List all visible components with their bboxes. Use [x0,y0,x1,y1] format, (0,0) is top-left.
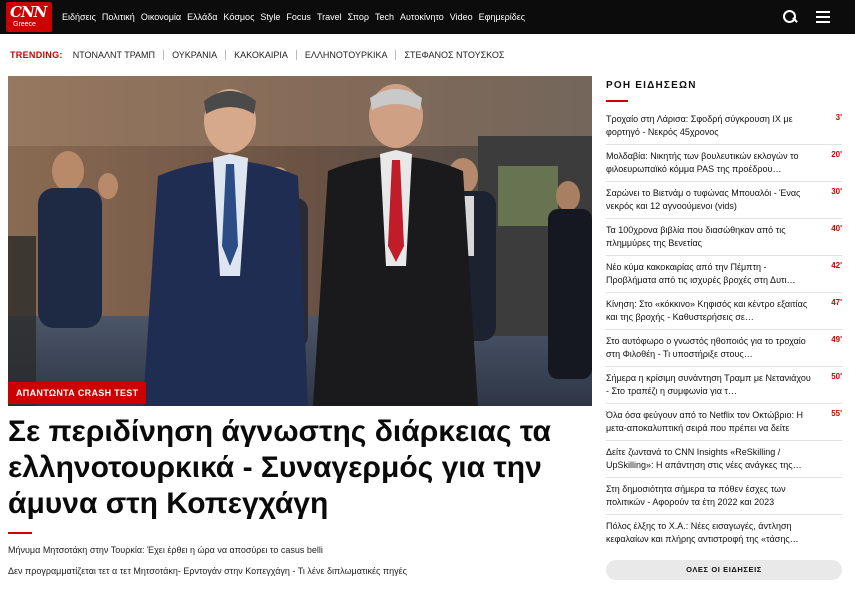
cnn-greece-logo[interactable]: CNN Greece [6,2,52,32]
feed-item-time: 49' [831,335,842,344]
nav-item-focus[interactable]: Focus [286,12,311,22]
list-item[interactable]: Στη δημοσιότητα σήμερα τα πόθεν έσχες τω… [606,478,842,515]
news-feed-accent-rule [606,100,628,102]
nav-item-economy[interactable]: Οικονομία [141,12,181,22]
feed-item-text: Μολδαβία: Νικητής των βουλευτικών εκλογώ… [606,151,799,174]
feed-item-time: 20' [831,150,842,159]
main-headline[interactable]: Σε περιδίνηση άγνωστης διάρκειας τα ελλη… [8,414,592,522]
feed-item-text: Όλα όσα φεύγουν από το Netflix τον Οκτώβ… [606,410,804,433]
nav-item-world[interactable]: Κόσμος [223,12,254,22]
news-feed-list: Τροχαίο στη Λάρισα: Σφοδρή σύγκρουση ΙΧ … [606,108,842,552]
feed-item-text: Πόλος έλξης το Χ.Α.: Νέες εισαγωγές, άντ… [606,521,799,544]
news-feed-sidebar: ΡΟΗ ΕΙΔΗΣΕΩΝ Τροχαίο στη Λάρισα: Σφοδρή … [606,76,842,580]
list-item[interactable]: Πόλος έλξης το Χ.Α.: Νέες εισαγωγές, άντ… [606,515,842,552]
feed-item-text: Στη δημοσιότητα σήμερα τα πόθεν έσχες τω… [606,484,786,507]
nav-item-auto[interactable]: Αυτοκίνητο [400,12,444,22]
nav-item-sports[interactable]: Σπορ [348,12,369,22]
headline-accent-rule [8,532,32,534]
nav-item-news[interactable]: Ειδήσεις [62,12,96,22]
trending-bar: TRENDING: ΝΤΟΝΑΛΝΤ ΤΡΑΜΠ ΟΥΚΡΑΝΙΑ ΚΑΚΟΚΑ… [0,34,855,76]
trending-item[interactable]: ΣΤΕΦΑΝΟΣ ΝΤΟΥΣΚΟΣ [404,50,504,60]
feed-item-text: Σαρώνει το Βιετνάμ ο τυφώνας Μπουαλόι - … [606,188,801,211]
feed-item-time: 50' [831,372,842,381]
list-item[interactable]: Σήμερα η κρίσιμη συνάντηση Τραμπ με Νετα… [606,367,842,404]
top-navigation-bar: CNN Greece Ειδήσεις Πολιτική Οικονομία Ε… [0,0,855,34]
trending-item[interactable]: ΕΛΛΗΝΟΤΟΥΡΚΙΚΑ [305,50,388,60]
nav-item-travel[interactable]: Travel [317,12,342,22]
nav-item-newspapers[interactable]: Εφημερίδες [479,12,526,22]
trending-divider [295,50,297,60]
trending-divider [225,50,227,60]
feed-item-time: 55' [831,409,842,418]
nav-item-tech[interactable]: Tech [375,12,394,22]
story-category-tag[interactable]: ΑΠΑΝΤΩΝΤΑ CRASH TEST [8,382,147,404]
logo-subtext: Greece [13,21,36,28]
related-link[interactable]: Δεν προγραμματίζεται τετ α τετ Μητσοτάκη… [8,566,407,576]
feed-item-text: Τροχαίο στη Λάρισα: Σφοδρή σύγκρουση ΙΧ … [606,114,793,137]
trending-divider [395,50,397,60]
top-icons [781,8,831,26]
feed-item-text: Σήμερα η κρίσιμη συνάντηση Τραμπ με Νετα… [606,373,811,396]
related-link[interactable]: Μήνυμα Μητσοτάκη στην Τουρκία: Έχει έρθε… [8,545,323,555]
feed-item-time: 47' [831,298,842,307]
news-feed-title: ΡΟΗ ΕΙΔΗΣΕΩΝ [606,80,697,91]
feed-item-text: Τα 100χρονα βιβλία που διασώθηκαν από τι… [606,225,786,248]
feed-item-text: Στο αυτόφωρο ο γνωστός ηθοποιός για το τ… [606,336,806,359]
main-nav: Ειδήσεις Πολιτική Οικονομία Ελλάδα Κόσμο… [62,12,531,22]
all-news-button[interactable]: ΟΛΕΣ ΟΙ ΕΙΔΗΣΕΙΣ [606,560,842,580]
feed-item-time: 42' [831,261,842,270]
nav-item-greece[interactable]: Ελλάδα [187,12,217,22]
search-icon[interactable] [781,8,799,26]
logo-text: CNN [10,3,47,21]
list-item[interactable]: Μολδαβία: Νικητής των βουλευτικών εκλογώ… [606,145,842,182]
list-item[interactable]: Τροχαίο στη Λάρισα: Σφοδρή σύγκρουση ΙΧ … [606,108,842,145]
list-item[interactable]: Νέο κύμα κακοκαιρίας από την Πέμπτη - Πρ… [606,256,842,293]
list-item[interactable]: Κίνηση: Στο «κόκκινο» Κηφισός και κέντρο… [606,293,842,330]
trending-label: TRENDING: [10,50,63,60]
list-item[interactable]: Σαρώνει το Βιετνάμ ο τυφώνας Μπουαλόι - … [606,182,842,219]
trending-divider [163,50,165,60]
feed-item-time: 40' [831,224,842,233]
feed-item-time: 30' [831,187,842,196]
list-item[interactable]: Στο αυτόφωρο ο γνωστός ηθοποιός για το τ… [606,330,842,367]
feed-item-text: Νέο κύμα κακοκαιρίας από την Πέμπτη - Πρ… [606,262,796,285]
list-item[interactable]: Όλα όσα φεύγουν από το Netflix τον Οκτώβ… [606,404,842,441]
trending-item[interactable]: ΚΑΚΟΚΑΙΡΙΑ [234,50,288,60]
list-item[interactable]: Τα 100χρονα βιβλία που διασώθηκαν από τι… [606,219,842,256]
trending-item[interactable]: ΟΥΚΡΑΝΙΑ [172,50,217,60]
feed-item-text: Δείτε ζωντανά το CNN Insights «ReSkillin… [606,447,802,470]
hero-image[interactable] [8,76,592,406]
nav-item-video[interactable]: Video [450,12,473,22]
list-item[interactable]: Δείτε ζωντανά το CNN Insights «ReSkillin… [606,441,842,478]
nav-item-politics[interactable]: Πολιτική [102,12,135,22]
feed-item-text: Κίνηση: Στο «κόκκινο» Κηφισός και κέντρο… [606,299,808,322]
feed-item-time: 3' [835,113,842,122]
menu-icon[interactable] [815,10,831,24]
trending-item[interactable]: ΝΤΟΝΑΛΝΤ ΤΡΑΜΠ [73,50,155,60]
nav-item-style[interactable]: Style [260,12,280,22]
